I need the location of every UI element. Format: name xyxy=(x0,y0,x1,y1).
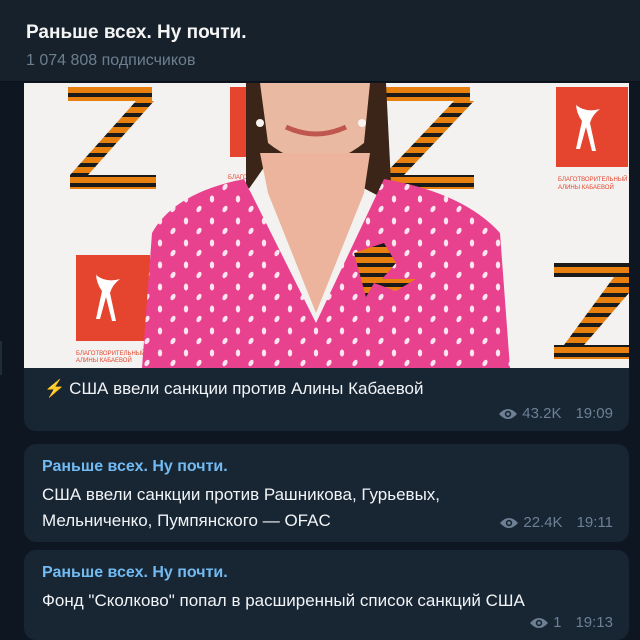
message-meta: 43.2K 19:09 xyxy=(498,405,613,422)
message-text: США ввели санкции против Рашникова, Гурь… xyxy=(42,482,440,534)
message-photo[interactable]: БЛАГОТВОРИТЕЛЬНЫЙ АЛИНЫ КАБАЕВОЙ БЛАГОТВ… xyxy=(24,83,629,368)
channel-header[interactable]: Раньше всех. Ну почти. 1 074 808 подписч… xyxy=(0,0,640,82)
message-time: 19:11 xyxy=(576,514,613,531)
message-bubble[interactable]: Раньше всех. Ну почти. США ввели санкции… xyxy=(24,444,629,542)
message-bubble-photo[interactable]: БЛАГОТВОРИТЕЛЬНЫЙ АЛИНЫ КАБАЕВОЙ БЛАГОТВ… xyxy=(24,83,629,431)
eye-icon xyxy=(499,516,519,530)
sender-name[interactable]: Раньше всех. Ну почти. xyxy=(42,458,228,476)
message-line: Мельниченко, Пумпянского — OFAC xyxy=(42,511,331,530)
eye-icon xyxy=(498,407,518,421)
scroll-indicator xyxy=(0,341,2,375)
sender-name[interactable]: Раньше всех. Ну почти. xyxy=(42,564,228,582)
message-time: 19:13 xyxy=(575,614,613,631)
subscriber-count: 1 074 808 подписчиков xyxy=(26,52,196,69)
message-meta: 22.4K 19:11 xyxy=(499,514,613,531)
svg-text:АЛИНЫ КАБАЕВОЙ: АЛИНЫ КАБАЕВОЙ xyxy=(558,183,614,191)
svg-text:БЛАГОТВОРИТЕЛЬНЫЙ: БЛАГОТВОРИТЕЛЬНЫЙ xyxy=(558,175,627,183)
message-text: Фонд "Сколково" попал в расширенный спис… xyxy=(42,591,525,610)
channel-title[interactable]: Раньше всех. Ну почти. xyxy=(26,22,247,44)
view-count: 22.4K xyxy=(523,514,563,531)
view-count: 43.2K xyxy=(522,405,562,422)
message-time: 19:09 xyxy=(575,405,613,422)
svg-text:АЛИНЫ КАБАЕВОЙ: АЛИНЫ КАБАЕВОЙ xyxy=(76,356,132,364)
message-body: США ввели санкции против Алины Кабаевой xyxy=(69,379,424,398)
message-feed[interactable]: БЛАГОТВОРИТЕЛЬНЫЙ АЛИНЫ КАБАЕВОЙ БЛАГОТВ… xyxy=(0,83,640,640)
photo-image: БЛАГОТВОРИТЕЛЬНЫЙ АЛИНЫ КАБАЕВОЙ БЛАГОТВ… xyxy=(24,83,629,368)
svg-text:БЛАГОТВОРИТЕЛЬНЫЙ Ф: БЛАГОТВОРИТЕЛЬНЫЙ Ф xyxy=(76,349,152,357)
message-text: ⚡ США ввели санкции против Алины Кабаевой xyxy=(44,376,424,402)
message-meta: 1 19:13 xyxy=(529,614,613,631)
view-count: 1 xyxy=(553,614,562,631)
eye-icon xyxy=(529,616,549,630)
message-bubble[interactable]: Раньше всех. Ну почти. Фонд "Сколково" п… xyxy=(24,550,629,640)
lightning-icon: ⚡ xyxy=(44,379,66,398)
message-line: США ввели санкции против Рашникова, Гурь… xyxy=(42,485,441,504)
